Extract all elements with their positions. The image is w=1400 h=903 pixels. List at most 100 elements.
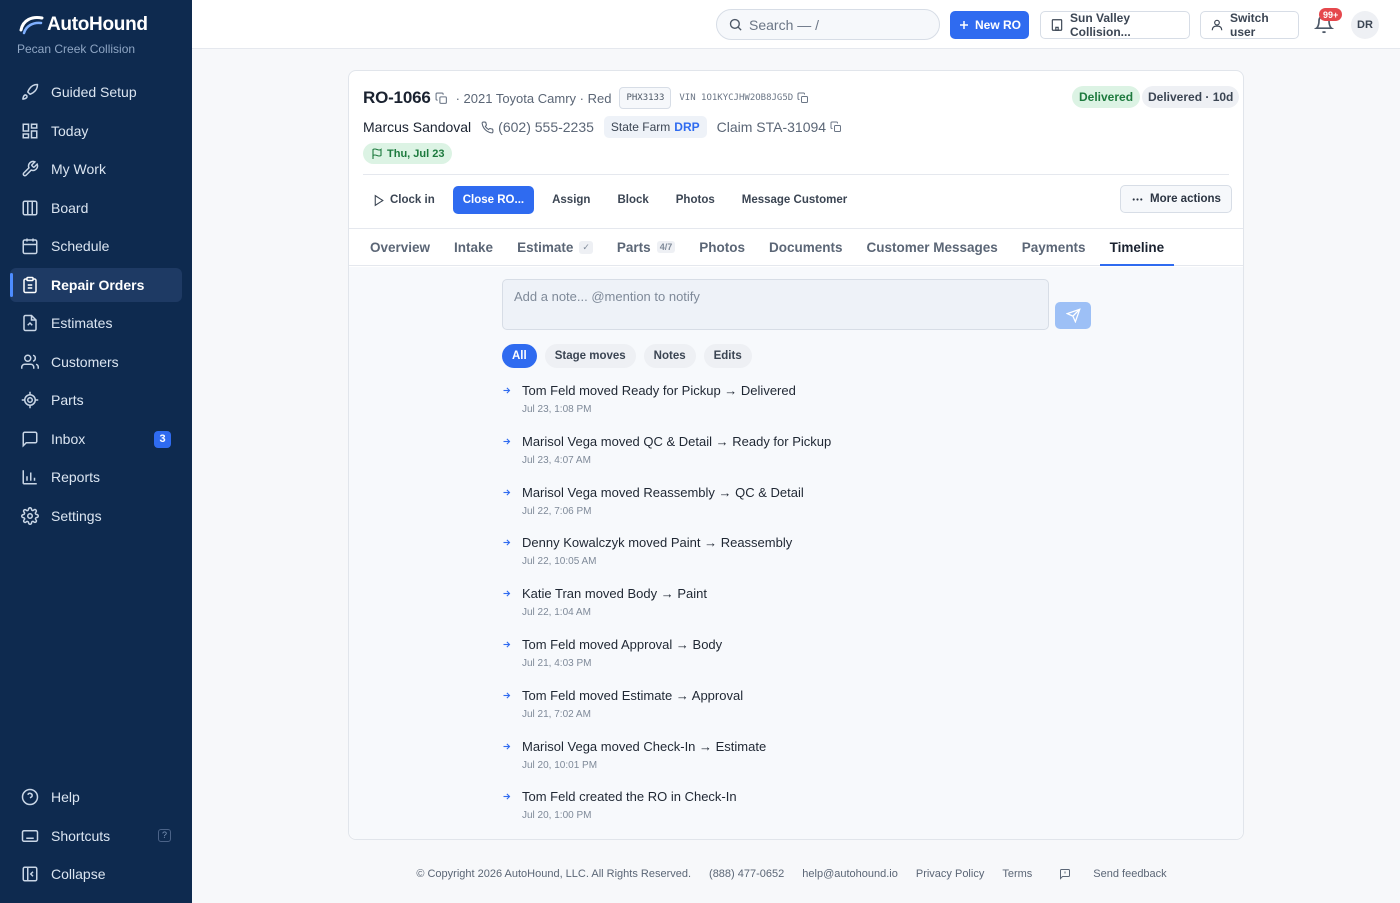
notification-badge: 99+: [1319, 8, 1343, 21]
send-note-button[interactable]: [1055, 302, 1091, 329]
filter-stage-moves[interactable]: Stage moves: [544, 344, 636, 368]
tab-intake[interactable]: Intake: [444, 229, 503, 265]
close-ro-button[interactable]: Close RO...: [452, 186, 535, 214]
footer: © Copyright 2026 AutoHound, LLC. All Rig…: [192, 868, 1400, 880]
tab-parts[interactable]: Parts 4/7: [607, 229, 685, 265]
nav-item-shortcuts[interactable]: Shortcuts ?: [10, 819, 182, 853]
nav-label: Reports: [51, 469, 101, 485]
nav-item-board[interactable]: Board: [10, 191, 182, 225]
flag-icon: [371, 147, 383, 160]
ellipsis-icon: [1131, 193, 1144, 206]
send-icon: [1065, 308, 1081, 323]
timeline-event: Marisol Vega moved QC & Detail → Ready f…: [502, 428, 1102, 479]
event-text: Denny Kowalczyk moved Paint → Reassembly: [522, 535, 793, 551]
clock-in-button[interactable]: Clock in: [363, 186, 444, 214]
timeline-filters: All Stage moves Notes Edits: [502, 344, 752, 368]
feedback-label: Send feedback: [1093, 868, 1167, 880]
message-customer-button[interactable]: Message Customer: [733, 186, 856, 214]
nav-item-collapse[interactable]: Collapse: [10, 857, 182, 891]
check-icon: ✓: [579, 240, 593, 254]
location-label: Sun Valley Collision...: [1070, 11, 1131, 39]
event-time: Jul 20, 10:01 PM: [522, 759, 598, 771]
keyboard-icon: [21, 827, 39, 845]
customer-name[interactable]: Marcus Sandoval: [363, 119, 471, 135]
search-input[interactable]: Search — /: [716, 9, 940, 40]
claim-text: Claim STA-31094: [716, 119, 827, 135]
photos-button[interactable]: Photos: [667, 186, 724, 214]
nav-label: Schedule: [51, 238, 110, 254]
event-time: Jul 23, 4:07 AM: [522, 454, 591, 466]
nav-item-settings[interactable]: Settings: [10, 499, 182, 533]
arrow-right-icon: [502, 386, 511, 395]
play-icon: [372, 194, 385, 207]
timeline-event: Denny Kowalczyk moved Paint → Reassembly…: [502, 529, 1102, 580]
arrow-right-icon: [502, 792, 511, 801]
avatar[interactable]: DR: [1351, 11, 1379, 39]
filter-edits[interactable]: Edits: [703, 344, 752, 368]
nav-item-my-work[interactable]: My Work: [10, 152, 182, 186]
nav-label: Settings: [51, 507, 102, 524]
feedback-link[interactable]: Send feedback: [1050, 868, 1175, 880]
new-ro-button[interactable]: New RO: [950, 11, 1029, 39]
tab-photos[interactable]: Photos: [689, 229, 755, 265]
event-text: Marisol Vega moved Reassembly → QC & Det…: [522, 484, 804, 500]
filter-all[interactable]: All: [502, 344, 537, 368]
support-email[interactable]: help@autohound.io: [802, 868, 898, 880]
sidebar: AutoHound Pecan Creek Collision Guided S…: [0, 0, 192, 903]
status-badge: Delivered: [1072, 86, 1141, 108]
user-icon: [1210, 18, 1224, 32]
nav-item-repair-orders[interactable]: Repair Orders: [10, 267, 182, 302]
nav-item-schedule[interactable]: Schedule: [10, 229, 182, 263]
copy-icon[interactable]: [435, 92, 448, 105]
nav-item-reports[interactable]: Reports: [10, 460, 182, 494]
target-date-chip: Thu, Jul 23: [363, 143, 453, 164]
divider: [363, 174, 1229, 175]
arrow-right-icon: [502, 691, 511, 700]
nav-item-parts[interactable]: Parts: [10, 383, 182, 417]
more-actions-label: More actions: [1150, 193, 1221, 205]
timeline-event: Tom Feld created the RO in Check-In Jul …: [502, 783, 1102, 834]
tab-payments[interactable]: Payments: [1012, 229, 1096, 265]
autohound-logo-icon: [18, 14, 44, 36]
new-ro-label: New RO: [974, 18, 1021, 32]
switch-user-button[interactable]: Switch user: [1200, 11, 1299, 39]
customer-phone[interactable]: (602) 555-2235: [481, 119, 594, 135]
nav-item-guided-setup[interactable]: Guided Setup: [10, 75, 182, 109]
terms-link[interactable]: Terms: [1002, 868, 1032, 880]
location-switcher[interactable]: Sun Valley Collision...: [1040, 11, 1190, 39]
privacy-link[interactable]: Privacy Policy: [916, 868, 984, 880]
nav-item-help[interactable]: Help: [10, 780, 182, 814]
note-input[interactable]: Add a note... @mention to notify: [502, 279, 1049, 330]
more-actions-button[interactable]: More actions: [1120, 185, 1232, 213]
tab-estimate[interactable]: Estimate ✓: [507, 229, 603, 265]
wrench-icon: [21, 160, 39, 178]
event-text: Tom Feld moved Ready for Pickup → Delive…: [522, 383, 796, 398]
filter-notes[interactable]: Notes: [643, 344, 696, 368]
timeline-event: Tom Feld moved Ready for Pickup → Delive…: [502, 377, 1102, 428]
block-button[interactable]: Block: [608, 186, 657, 214]
brand[interactable]: AutoHound Pecan Creek Collision: [17, 14, 148, 56]
ro-number: RO-1066: [363, 88, 431, 107]
copy-icon[interactable]: [830, 121, 843, 134]
tab-timeline[interactable]: Timeline: [1099, 229, 1175, 266]
tab-overview[interactable]: Overview: [360, 229, 440, 265]
event-time: Jul 20, 1:00 PM: [522, 810, 592, 822]
gear-icon: [21, 506, 39, 525]
tab-label: Payments: [1021, 239, 1086, 255]
collapse-icon: [21, 865, 39, 883]
license-plate: PHX3133: [619, 87, 672, 109]
tab-customer-messages[interactable]: Customer Messages: [856, 229, 1007, 265]
event-time: Jul 22, 1:04 AM: [522, 607, 591, 619]
plus-icon: [958, 19, 970, 31]
tab-label: Parts: [616, 239, 651, 255]
nav-item-inbox[interactable]: Inbox 3: [10, 422, 182, 456]
copy-icon[interactable]: [797, 92, 810, 105]
switch-user-label: Switch user: [1230, 11, 1269, 39]
tab-documents[interactable]: Documents: [759, 229, 853, 265]
tab-label: Estimate: [517, 239, 574, 255]
nav-item-estimates[interactable]: Estimates: [10, 306, 182, 340]
assign-button[interactable]: Assign: [543, 186, 599, 214]
nav-item-today[interactable]: Today: [10, 114, 182, 148]
support-phone[interactable]: (888) 477-0652: [709, 868, 784, 880]
nav-item-customers[interactable]: Customers: [10, 345, 182, 379]
